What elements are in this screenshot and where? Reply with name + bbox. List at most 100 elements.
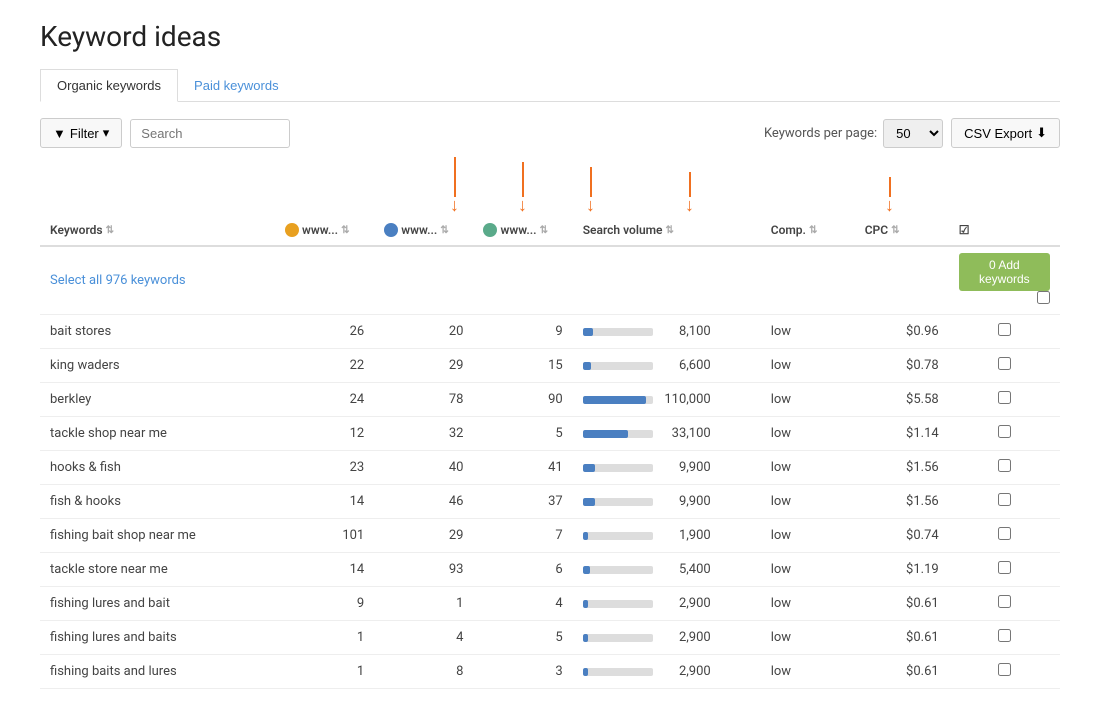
cell-keyword: fishing bait shop near me (40, 519, 275, 553)
funnel-icon: ▼ (53, 126, 66, 141)
cell-www1: 23 (275, 451, 374, 485)
cell-cpc: $0.78 (855, 349, 949, 383)
cell-search-vol: 9,900 (573, 485, 761, 519)
tab-organic-keywords[interactable]: Organic keywords (40, 69, 178, 102)
vol-number: 5,400 (661, 562, 711, 577)
cell-comp: low (761, 417, 855, 451)
csv-export-button[interactable]: CSV Export ⬇ (951, 118, 1060, 148)
cell-keyword: fishing baits and lures (40, 655, 275, 689)
search-input[interactable] (130, 119, 290, 148)
vol-bar-container (583, 532, 653, 540)
vol-number: 2,900 (661, 664, 711, 679)
cell-search-vol: 6,600 (573, 349, 761, 383)
cell-cpc: $0.61 (855, 655, 949, 689)
sort-icon-www3: ⇅ (540, 225, 548, 236)
cell-www3: 5 (473, 621, 572, 655)
vol-number: 2,900 (661, 596, 711, 611)
vol-number: 33,100 (661, 426, 711, 441)
tab-paid-keywords[interactable]: Paid keywords (178, 69, 295, 101)
row-checkbox[interactable] (998, 323, 1011, 336)
cell-search-vol: 8,100 (573, 315, 761, 349)
row-checkbox[interactable] (998, 595, 1011, 608)
vol-number: 9,900 (661, 460, 711, 475)
sort-icon-comp: ⇅ (809, 225, 817, 236)
cell-www2: 78 (374, 383, 473, 417)
cell-www2: 20 (374, 315, 473, 349)
cell-comp: low (761, 383, 855, 417)
cell-www3: 3 (473, 655, 572, 689)
cell-www1: 1 (275, 621, 374, 655)
cell-www1: 9 (275, 587, 374, 621)
select-all-checkbox[interactable] (1037, 291, 1050, 304)
cell-cpc: $0.74 (855, 519, 949, 553)
sort-icon-search-vol: ⇅ (666, 225, 674, 236)
row-checkbox[interactable] (998, 493, 1011, 506)
row-checkbox[interactable] (998, 663, 1011, 676)
keywords-per-page-control: Keywords per page: 50 100 200 (764, 119, 943, 148)
arrows-row: ↓ ↓ ↓ ↓ ↓ (40, 160, 1060, 215)
cell-www3: 4 (473, 587, 572, 621)
check-icon: ☑ (959, 223, 970, 237)
cell-www1: 14 (275, 485, 374, 519)
cell-search-vol: 110,000 (573, 383, 761, 417)
cell-search-vol: 1,900 (573, 519, 761, 553)
cell-checkbox (949, 621, 1060, 655)
page-title: Keyword ideas (40, 20, 1060, 53)
per-page-select[interactable]: 50 100 200 (883, 119, 943, 148)
vol-bar (583, 396, 646, 404)
cell-www2: 1 (374, 587, 473, 621)
cell-keyword: tackle store near me (40, 553, 275, 587)
row-checkbox[interactable] (998, 391, 1011, 404)
sort-icon-cpc: ⇅ (891, 225, 899, 236)
vol-bar-container (583, 396, 653, 404)
table-row: fishing lures and baits 1 4 5 2,900 low … (40, 621, 1060, 655)
cell-keyword: tackle shop near me (40, 417, 275, 451)
table-row: hooks & fish 23 40 41 9,900 low $1.56 (40, 451, 1060, 485)
www3-icon (483, 223, 497, 237)
cell-keyword: king waders (40, 349, 275, 383)
vol-bar-container (583, 634, 653, 642)
table-row: fish & hooks 14 46 37 9,900 low $1.56 (40, 485, 1060, 519)
row-checkbox[interactable] (998, 527, 1011, 540)
cell-cpc: $0.61 (855, 621, 949, 655)
cell-checkbox (949, 315, 1060, 349)
cell-checkbox (949, 349, 1060, 383)
cell-keyword: fishing lures and baits (40, 621, 275, 655)
cell-www1: 14 (275, 553, 374, 587)
filter-button[interactable]: ▼ Filter ▾ (40, 118, 122, 148)
table-row: fishing bait shop near me 101 29 7 1,900… (40, 519, 1060, 553)
cell-comp: low (761, 349, 855, 383)
row-checkbox[interactable] (998, 425, 1011, 438)
add-keywords-button[interactable]: 0 Add keywords (959, 253, 1050, 291)
cell-checkbox (949, 553, 1060, 587)
vol-bar (583, 600, 588, 608)
cell-comp: low (761, 655, 855, 689)
cell-www1: 22 (275, 349, 374, 383)
vol-bar-container (583, 668, 653, 676)
cell-www3: 37 (473, 485, 572, 519)
cell-www2: 40 (374, 451, 473, 485)
cell-www2: 29 (374, 349, 473, 383)
table-row: berkley 24 78 90 110,000 low $5.58 (40, 383, 1060, 417)
table-row: fishing lures and bait 9 1 4 2,900 low $… (40, 587, 1060, 621)
row-checkbox[interactable] (998, 629, 1011, 642)
cell-search-vol: 2,900 (573, 621, 761, 655)
sort-icon-www2: ⇅ (440, 225, 448, 236)
select-all-link[interactable]: Select all 976 keywords (50, 273, 186, 288)
row-checkbox[interactable] (998, 459, 1011, 472)
table-row: king waders 22 29 15 6,600 low $0.78 (40, 349, 1060, 383)
cell-www3: 15 (473, 349, 572, 383)
cell-comp: low (761, 519, 855, 553)
cell-cpc: $1.56 (855, 451, 949, 485)
cell-cpc: $1.56 (855, 485, 949, 519)
row-checkbox[interactable] (998, 561, 1011, 574)
filter-label: Filter (70, 126, 99, 141)
keywords-table: Keywords ⇅ www... ⇅ www... ⇅ (40, 215, 1060, 689)
cell-comp: low (761, 587, 855, 621)
row-checkbox[interactable] (998, 357, 1011, 370)
cell-www1: 1 (275, 655, 374, 689)
cell-www2: 4 (374, 621, 473, 655)
cell-keyword: bait stores (40, 315, 275, 349)
cell-checkbox (949, 519, 1060, 553)
cell-www2: 32 (374, 417, 473, 451)
